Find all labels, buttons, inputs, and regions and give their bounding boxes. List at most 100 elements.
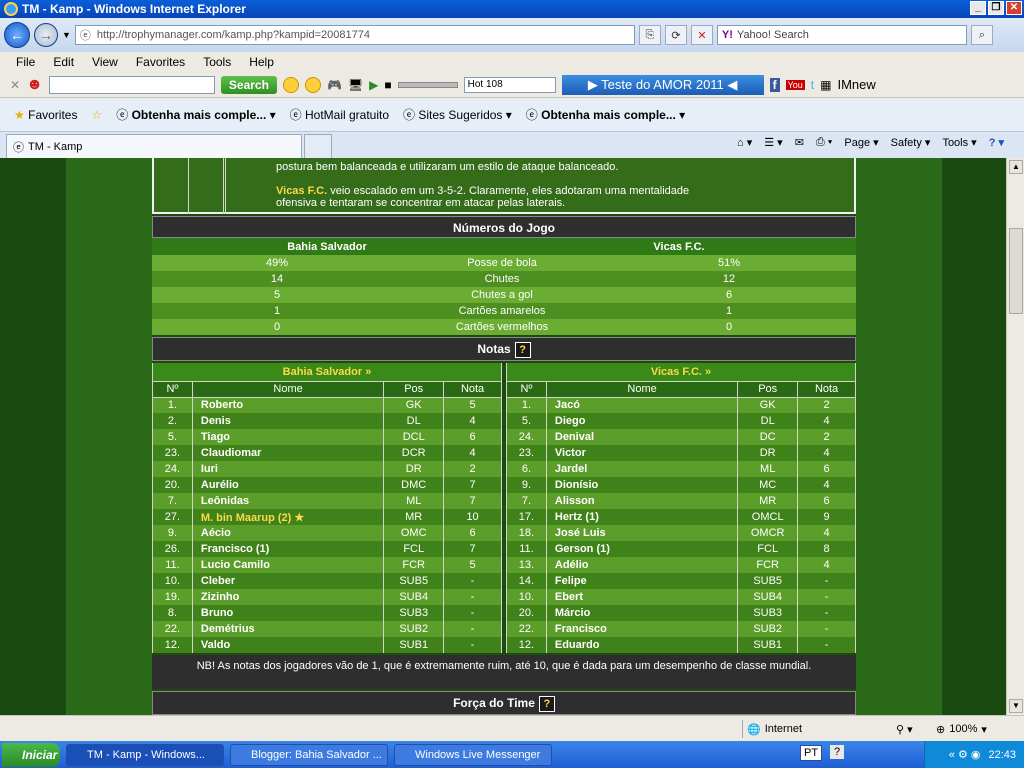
away-team-link[interactable]: Vicas F.C. » xyxy=(506,363,856,381)
player-name-link[interactable]: José Luis xyxy=(545,525,739,541)
menu-tools[interactable]: Tools xyxy=(203,55,231,69)
toolbar-search-button[interactable]: Search xyxy=(220,75,277,94)
toolbar-search-input[interactable] xyxy=(48,75,215,94)
tray-icons[interactable]: « ⚙ ◉ xyxy=(949,748,981,761)
player-name-link[interactable]: Tiago xyxy=(191,429,385,445)
player-name-link[interactable]: Denival xyxy=(545,429,739,445)
games-icon[interactable]: 🎮 xyxy=(327,78,342,92)
safety-menu[interactable]: Safety ▾ xyxy=(891,136,931,149)
player-name-link[interactable]: Claudiomar xyxy=(191,445,385,461)
address-input[interactable]: ⓔ http://trophymanager.com/kamp.php?kamp… xyxy=(74,25,635,45)
feeds-icon[interactable]: ☰ ▾ xyxy=(764,136,782,149)
player-name-link[interactable]: Francisco (1) xyxy=(191,541,385,557)
player-name-link[interactable]: Márcio xyxy=(545,605,739,621)
recent-pages-icon[interactable]: ▼ xyxy=(62,30,71,40)
protected-mode-icon[interactable]: ⚲ ▾ xyxy=(896,720,913,738)
help-taskbar-icon[interactable]: ? xyxy=(830,745,845,759)
player-name-link[interactable]: Aurélio xyxy=(191,477,385,493)
imnew-link[interactable]: IMnew xyxy=(837,77,875,92)
player-name-link[interactable]: Bruno xyxy=(191,605,385,621)
player-name-link[interactable]: Zizinho xyxy=(191,589,385,605)
new-tab-button[interactable] xyxy=(304,134,332,158)
refresh-icon[interactable]: ⟳ xyxy=(664,25,687,45)
player-name-link[interactable]: Gerson (1) xyxy=(545,541,739,557)
security-zone[interactable]: 🌐 Internet xyxy=(742,720,802,738)
home-team-link[interactable]: Bahia Salvador » xyxy=(152,363,502,381)
player-name-link[interactable]: Iuri xyxy=(191,461,385,477)
screen-icon[interactable]: 🖥 xyxy=(348,78,363,92)
compat-view-icon[interactable]: ⎘ xyxy=(638,25,661,45)
task-chrome[interactable]: Blogger: Bahia Salvador ... xyxy=(230,743,388,766)
favorites-button[interactable]: ★ Favorites xyxy=(14,108,77,122)
minimize-button[interactable]: _ xyxy=(970,1,986,15)
close-button[interactable]: ✕ xyxy=(1006,1,1022,15)
emoticon-pack-icon[interactable] xyxy=(304,76,321,93)
menu-help[interactable]: Help xyxy=(249,55,274,69)
player-name-link[interactable]: Roberto xyxy=(191,397,385,413)
home-icon[interactable]: ⌂ ▾ xyxy=(737,136,752,149)
search-input[interactable]: Y! Yahoo! Search xyxy=(716,25,967,45)
player-name-link[interactable]: Adélio xyxy=(545,557,739,573)
menu-edit[interactable]: Edit xyxy=(53,55,74,69)
player-name-link[interactable]: M. bin Maarup (2) ★ xyxy=(191,509,385,525)
player-name-link[interactable]: Valdo xyxy=(191,637,385,653)
facebook-icon[interactable]: f xyxy=(769,77,780,92)
ratings-help-icon[interactable]: ? xyxy=(514,341,531,358)
mail-icon[interactable]: ✉ xyxy=(795,136,804,149)
help-icon[interactable]: ? ▾ xyxy=(989,136,1004,149)
emoticon-icon[interactable] xyxy=(282,76,299,93)
favorite-link-2[interactable]: ⓔ HotMail gratuito xyxy=(290,106,389,123)
zoom-control[interactable]: ⊕ 100% ▾ xyxy=(936,720,987,738)
stop-icon[interactable]: ✕ xyxy=(690,25,713,45)
player-name-link[interactable]: Francisco xyxy=(545,621,739,637)
volume-slider[interactable] xyxy=(397,81,458,88)
add-favorite-icon[interactable]: ☆ xyxy=(91,108,102,122)
calendar-icon[interactable]: ▦ xyxy=(820,78,831,92)
task-ie[interactable]: TM - Kamp - Windows... xyxy=(66,743,224,766)
team-strength-help-icon[interactable]: ? xyxy=(538,695,555,712)
play-icon[interactable]: ▶ xyxy=(369,78,378,92)
twitter-icon[interactable]: t xyxy=(811,78,814,92)
youtube-icon[interactable]: You xyxy=(785,79,805,90)
vertical-scrollbar[interactable]: ▲ ▼ xyxy=(1006,158,1024,715)
player-name-link[interactable]: Leônidas xyxy=(191,493,385,509)
player-name-link[interactable]: Aécio xyxy=(191,525,385,541)
tools-menu[interactable]: Tools ▾ xyxy=(942,136,976,149)
stop-radio-icon[interactable]: ■ xyxy=(384,78,391,92)
menu-file[interactable]: File xyxy=(16,55,35,69)
player-name-link[interactable]: Jardel xyxy=(545,461,739,477)
player-name-link[interactable]: Victor xyxy=(545,445,739,461)
task-messenger[interactable]: Windows Live Messenger xyxy=(394,743,552,766)
player-name-link[interactable]: Cleber xyxy=(191,573,385,589)
language-indicator[interactable]: PT xyxy=(800,745,823,761)
player-name-link[interactable]: Jacó xyxy=(545,397,739,413)
player-name-link[interactable]: Diego xyxy=(545,413,739,429)
radio-station-select[interactable]: Hot 108 xyxy=(463,76,556,93)
promo-button[interactable]: ▶ Teste do AMOR 2011 ◀ xyxy=(561,74,764,95)
player-name-link[interactable]: Dionísio xyxy=(545,477,739,493)
page-menu[interactable]: Page ▾ xyxy=(844,136,878,149)
search-icon[interactable]: ⌕ xyxy=(970,25,993,45)
favorite-link-1[interactable]: ⓔ Obtenha mais comple... ▾ xyxy=(116,106,275,123)
player-name-link[interactable]: Alisson xyxy=(545,493,739,509)
close-toolbar-icon[interactable]: ✕ xyxy=(10,78,20,92)
smiley-icon[interactable]: ☻ xyxy=(26,76,43,94)
back-button[interactable]: ← xyxy=(4,22,30,48)
tab-tm-kamp[interactable]: ⓔ TM - Kamp xyxy=(6,134,302,158)
player-name-link[interactable]: Hertz (1) xyxy=(545,509,739,525)
player-name-link[interactable]: Demétrius xyxy=(191,621,385,637)
scroll-up-button[interactable]: ▲ xyxy=(1009,160,1023,174)
player-name-link[interactable]: Ebert xyxy=(545,589,739,605)
start-button[interactable]: Iniciar xyxy=(2,742,60,767)
favorite-link-4[interactable]: ⓔ Obtenha mais comple... ▾ xyxy=(526,106,685,123)
favorite-link-3[interactable]: ⓔ Sites Sugeridos ▾ xyxy=(403,106,512,123)
menu-view[interactable]: View xyxy=(92,55,118,69)
player-name-link[interactable]: Eduardo xyxy=(545,637,739,653)
player-name-link[interactable]: Lucio Camilo xyxy=(191,557,385,573)
restore-button[interactable]: ❐ xyxy=(988,1,1004,15)
menu-favorites[interactable]: Favorites xyxy=(136,55,185,69)
player-name-link[interactable]: Felipe xyxy=(545,573,739,589)
forward-button[interactable]: → xyxy=(34,23,58,47)
scroll-down-button[interactable]: ▼ xyxy=(1009,699,1023,713)
scroll-thumb[interactable] xyxy=(1009,228,1023,314)
